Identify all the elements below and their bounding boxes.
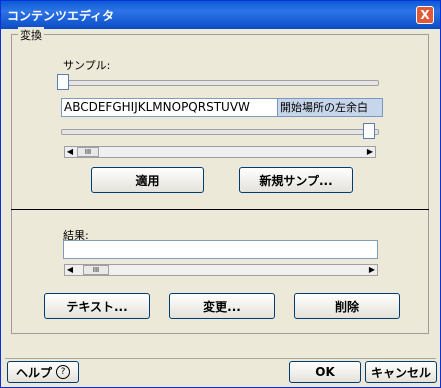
sample-label: サンプル: (63, 59, 111, 72)
help-button[interactable]: ヘルプ ? (7, 361, 79, 383)
sample-horizontal-scrollbar[interactable]: ◀ III ▶ (64, 146, 376, 158)
apply-button[interactable]: 適用 (91, 167, 204, 193)
sample-bottom-slider-thumb[interactable] (363, 123, 375, 139)
window-title: コンテンツエディタ (7, 9, 115, 23)
result-horizontal-scrollbar[interactable]: ◀ III ▶ (64, 264, 378, 276)
section-separator (11, 209, 429, 210)
new-sample-button[interactable]: 新規サンプ... (239, 167, 353, 193)
content-editor-window: コンテンツエディタ X 変換 サンプル: ABCDEFGHIJKLMNOPQRS… (0, 0, 441, 388)
result-text-field[interactable] (63, 240, 378, 259)
ok-button[interactable]: OK (289, 361, 361, 383)
title-bar[interactable]: コンテンツエディタ X (1, 1, 440, 29)
scroll-right-arrow-icon[interactable]: ▶ (367, 265, 377, 275)
scroll-left-arrow-icon[interactable]: ◀ (65, 147, 75, 157)
sample-scroll-thumb[interactable]: III (77, 147, 99, 157)
scroll-right-arrow-icon[interactable]: ▶ (365, 147, 375, 157)
help-label: ヘルプ (15, 365, 52, 380)
change-button[interactable]: 変更... (169, 293, 275, 319)
cancel-button[interactable]: キャンセル (365, 361, 437, 383)
footer-separator (5, 358, 436, 359)
delete-button[interactable]: 削除 (294, 293, 400, 319)
close-button[interactable]: X (416, 6, 434, 24)
scroll-left-arrow-icon[interactable]: ◀ (65, 265, 75, 275)
help-icon: ? (56, 365, 70, 379)
transform-group: 変換 (11, 27, 429, 334)
sample-top-slider-thumb[interactable] (57, 74, 69, 90)
sample-text: ABCDEFGHIJKLMNOPQRSTUVW (64, 100, 250, 114)
sample-bottom-slider-track[interactable] (61, 129, 379, 135)
result-scroll-thumb[interactable]: III (83, 265, 109, 275)
text-button[interactable]: テキスト... (44, 293, 150, 319)
sample-top-slider-track[interactable] (61, 80, 379, 86)
left-margin-tooltip: 開始場所の左余白 (277, 98, 383, 117)
group-title: 変換 (18, 27, 44, 43)
